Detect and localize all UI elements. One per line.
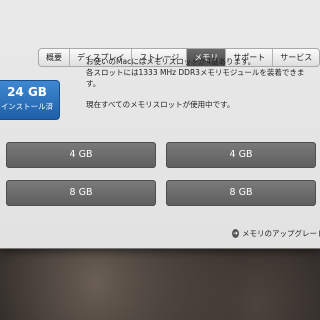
- memory-slot-2: 4 GB: [166, 142, 316, 168]
- about-this-mac-window: 概要 ディスプレイ ストレージ メモリ サポート サービス 24 GB インスト…: [0, 0, 320, 249]
- memory-slot-3: 8 GB: [6, 180, 156, 206]
- memory-info-text: お使いのMacにはメモリスロットが4基あります。 各スロットには1333 MHz…: [86, 56, 316, 110]
- arrow-circle-icon: ➜: [232, 229, 239, 238]
- tab-overview[interactable]: 概要: [39, 49, 70, 66]
- memory-total-status: インストール済: [0, 102, 54, 111]
- memory-slot-1: 4 GB: [6, 142, 156, 168]
- info-line-module: 各スロットには1333 MHz DDR3メモリモジュールを装着できます。: [86, 68, 305, 88]
- memory-upgrade-label: メモリのアップグレードの: [242, 229, 320, 238]
- memory-slot-4: 8 GB: [166, 180, 316, 206]
- info-line-usage: 現在すべてのメモリスロットが使用中です。: [86, 100, 235, 109]
- info-line-slots: お使いのMacにはメモリスロットが4基あります。: [86, 57, 256, 66]
- memory-total-badge: 24 GB インストール済: [0, 80, 60, 120]
- memory-total-amount: 24 GB: [7, 85, 47, 99]
- memory-upgrade-link[interactable]: ➜ メモリのアップグレードの: [232, 228, 320, 239]
